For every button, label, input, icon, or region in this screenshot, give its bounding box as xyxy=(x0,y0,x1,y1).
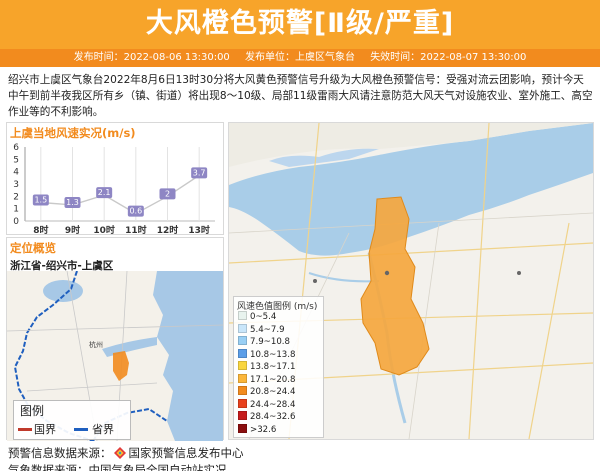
footer-data-source: 气象数据来源：中国气象局全国自动站实况 xyxy=(8,463,227,471)
expire-time: 失效时间：2022-08-07 13:30:00 xyxy=(370,52,527,63)
wind-legend-item: 20.8~24.4 xyxy=(238,386,295,397)
province-border-swatch xyxy=(74,428,88,431)
wind-legend-item: >32.6 xyxy=(238,423,277,435)
source-name-link[interactable]: 国家预警信息发布中心 xyxy=(129,446,244,460)
national-border-swatch xyxy=(18,428,32,431)
locate-legend: 图例 国界 省界 xyxy=(13,400,131,440)
locate-overview-panel: 定位概览 浙江省-绍兴市-上虞区 杭州 图例 国界 省界 xyxy=(6,237,224,441)
wind-legend-swatch xyxy=(238,398,247,408)
locate-panel-title: 定位概览 xyxy=(10,241,56,255)
alert-header: 大风橙色预警[Ⅱ级/严重] 发布时间：2022-08-06 13:30:00 发… xyxy=(0,0,600,67)
y-tick-label: 2 xyxy=(13,192,19,202)
alert-description: 绍兴市上虞区气象台2022年8月6日13时30分将大风黄色预警信号升级为大风橙色… xyxy=(8,74,593,118)
wind-legend-item: 5.4~7.9 xyxy=(238,323,285,335)
publish-time: 发布时间：2022-08-06 13:30:00 xyxy=(73,52,230,63)
wind-legend-swatch xyxy=(238,386,247,395)
wind-legend-label: 13.8~17.1 xyxy=(250,362,296,372)
wind-legend-label: >32.6 xyxy=(250,424,277,435)
legend-national-border: 国界 xyxy=(34,423,56,436)
wind-legend-label: 28.4~32.6 xyxy=(250,412,296,422)
data-label: 0.6 xyxy=(129,207,142,216)
x-tick-label: 13时 xyxy=(188,224,210,235)
wind-legend-label: 24.4~28.4 xyxy=(250,399,296,410)
alert-meta-bar: 发布时间：2022-08-06 13:30:00 发布单位：上虞区气象台 失效时… xyxy=(0,49,600,67)
alert-title: 大风橙色预警[Ⅱ级/严重] xyxy=(145,8,455,39)
wind-legend-swatch xyxy=(238,311,247,320)
wind-legend-swatch xyxy=(238,423,247,433)
wind-legend-swatch xyxy=(238,348,247,358)
wind-legend-item: 10.8~13.8 xyxy=(238,348,296,360)
wind-legend-label: 10.8~13.8 xyxy=(250,349,296,360)
wind-legend-item: 24.4~28.4 xyxy=(238,398,296,410)
wind-legend-swatch xyxy=(238,323,247,333)
wind-legend-item: 13.8~17.1 xyxy=(238,361,295,372)
x-tick-label: 8时 xyxy=(33,224,48,235)
wind-legend-label: 17.1~20.8 xyxy=(250,374,296,385)
wind-speed-panel: 上虞当地风速实况(m/s) 0 1 2 3 4 5 6 8时 9时 10时 11时 12时 13时 1.5… xyxy=(6,122,224,235)
y-tick-label: 3 xyxy=(13,180,19,190)
wind-legend-label: 0~5.4 xyxy=(250,312,277,322)
x-tick-label: 11时 xyxy=(125,224,147,235)
y-tick-label: 4 xyxy=(13,168,19,178)
data-label: 3.7 xyxy=(193,168,206,177)
x-tick-label: 9时 xyxy=(65,224,80,235)
wind-legend-item: 7.9~10.8 xyxy=(238,336,290,347)
wind-legend-item: 0~5.4 xyxy=(238,311,276,322)
locate-legend-title: 图例 xyxy=(20,404,45,418)
publisher: 发布单位：上虞区气象台 xyxy=(245,52,355,63)
wind-legend-swatch xyxy=(238,411,247,420)
wind-legend-item: 17.1~20.8 xyxy=(238,373,296,385)
data-label: 1.5 xyxy=(34,196,47,205)
wind-legend-label: 5.4~7.9 xyxy=(250,324,285,335)
source-label: 预警信息数据来源： xyxy=(8,446,112,460)
y-tick-label: 1 xyxy=(13,205,19,215)
y-tick-label: 5 xyxy=(13,155,19,165)
data-label: 2.1 xyxy=(98,188,111,197)
map-place-label: 杭州 xyxy=(89,340,103,349)
wind-legend-item: 28.4~32.6 xyxy=(238,411,295,422)
footer-source: 预警信息数据来源： 国家预警信息发布中心 xyxy=(8,445,244,461)
wind-speed-chart: 0 1 2 3 4 5 6 8时 9时 10时 11时 12时 13时 1.5 1.3 2.1 0.6 2 3.7 xyxy=(13,143,215,235)
wind-legend-swatch xyxy=(238,361,247,370)
wind-legend-swatch xyxy=(238,373,247,383)
y-tick-label: 0 xyxy=(13,217,19,227)
x-tick-label: 10时 xyxy=(93,224,115,235)
wind-color-legend: 风速色值图例 (m/s) 0~5.4 5.4~7.9 7.9~10.8 10.8… xyxy=(233,296,324,438)
wind-legend-swatch xyxy=(238,336,247,345)
wind-legend-label: 7.9~10.8 xyxy=(250,337,291,347)
x-tick-label: 12时 xyxy=(157,224,179,235)
wind-legend-label: 20.8~24.4 xyxy=(250,387,296,397)
y-tick-label: 6 xyxy=(13,143,19,153)
data-label: 2 xyxy=(165,189,170,198)
legend-province-border: 省界 xyxy=(92,423,114,436)
data-label: 1.3 xyxy=(66,198,79,207)
warning-center-logo-icon xyxy=(113,447,126,459)
